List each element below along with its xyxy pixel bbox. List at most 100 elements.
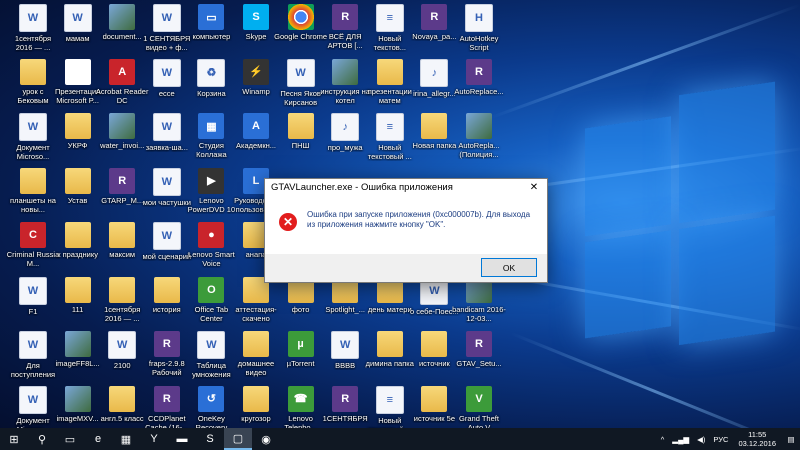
search-icon[interactable]: ⚲: [28, 428, 56, 450]
error-icon: ✕: [279, 213, 297, 231]
close-icon[interactable]: ✕: [521, 179, 547, 196]
image-icon: [109, 113, 136, 139]
dialog-titlebar[interactable]: GTAVLauncher.exe - Ошибка приложения ✕: [265, 179, 547, 196]
utorrent-icon: µ: [287, 331, 314, 357]
error-window-taskbar-icon[interactable]: ▢: [224, 428, 252, 450]
archive-icon: R: [421, 4, 448, 30]
notifications-icon[interactable]: ▤: [782, 428, 800, 450]
desktop-icon-label: bandicam 2016-12-03...: [452, 304, 506, 323]
control-panel-icon[interactable]: ▦: [112, 428, 140, 450]
error-dialog: GTAVLauncher.exe - Ошибка приложения ✕ ✕…: [264, 178, 548, 283]
folder-icon: [64, 113, 91, 139]
word-doc-icon: W: [152, 167, 181, 196]
image-icon: [109, 4, 136, 30]
text-file-icon: ≡: [375, 385, 404, 414]
archive-icon: R: [332, 4, 359, 30]
network-icon[interactable]: ▂▄▆: [672, 435, 689, 444]
recycle-bin-icon: ♻: [197, 58, 226, 87]
folder-icon: [287, 113, 314, 139]
skype-icon: S: [243, 4, 269, 30]
office-tab-icon: O: [198, 276, 225, 303]
folder-icon: [109, 385, 136, 412]
folder-icon: [109, 222, 136, 248]
powerpoint-icon: [64, 58, 91, 85]
desktop-icon[interactable]: bandicam 2016-12-03...: [452, 276, 506, 323]
desktop-icon[interactable]: AutoRepla... (Полиция...: [452, 113, 506, 159]
folder-icon: [243, 331, 269, 357]
image-icon: [332, 58, 359, 85]
word-doc-icon: W: [19, 276, 47, 305]
image-icon: [64, 385, 91, 412]
start-button[interactable]: ⊞: [0, 428, 28, 450]
language-indicator[interactable]: РУС: [713, 435, 728, 444]
computer-icon: ▭: [198, 4, 225, 30]
windows-logo: [585, 81, 775, 359]
folder-icon: [376, 331, 403, 357]
folder-icon: [243, 385, 269, 412]
show-hidden-icons-icon[interactable]: ^: [661, 435, 665, 444]
collage-app-icon: ▦: [198, 113, 225, 139]
desktop-icon-label: AutoReplace...: [454, 86, 504, 96]
clock-date: 03.12.2016: [738, 439, 776, 448]
text-file-icon: ≡: [375, 113, 404, 141]
app-icon: A: [243, 113, 269, 139]
archive-icon: R: [153, 385, 180, 412]
chrome-icon: [287, 4, 314, 30]
word-doc-icon: W: [19, 331, 47, 359]
powerdvd-icon: ▶: [198, 167, 225, 194]
desktop-icon-label: GTAV_Setu...: [456, 359, 502, 368]
lenovo-phone-icon: ☎: [287, 385, 314, 412]
file-explorer-icon[interactable]: ▬: [168, 428, 196, 450]
word-doc-icon: W: [286, 58, 315, 87]
dialog-footer: OK: [265, 254, 547, 282]
folder-icon: [64, 276, 91, 303]
folder-icon: [421, 385, 448, 412]
archive-icon: R: [153, 331, 180, 357]
mp3-icon: ♪: [420, 58, 449, 87]
desktop-icon-label: AutoRepla... (Полиция...: [458, 141, 500, 159]
app-taskbar-icon[interactable]: ◉: [252, 428, 280, 450]
word-doc-icon: W: [19, 385, 47, 414]
word-doc-icon: W: [197, 331, 226, 359]
desktop-icon[interactable]: R GTAV_Setu...: [452, 331, 506, 368]
onekey-icon: ↺: [198, 385, 225, 412]
word-doc-icon: W: [108, 331, 137, 359]
edge-icon[interactable]: e: [84, 428, 112, 450]
dialog-title: GTAVLauncher.exe - Ошибка приложения: [271, 182, 453, 193]
text-file-icon: ≡: [375, 4, 404, 32]
autohotkey-icon: H: [465, 4, 493, 32]
volume-icon[interactable]: ◀): [697, 435, 705, 444]
clock[interactable]: 11:55 03.12.2016: [738, 430, 776, 448]
ok-button[interactable]: OK: [481, 258, 537, 277]
desktop-icon-label: AutoHotkey Script: [459, 34, 499, 52]
smart-voice-icon: ●: [198, 222, 225, 248]
folder-icon: [109, 276, 136, 303]
yandex-browser-icon[interactable]: Y: [140, 428, 168, 450]
mp3-icon: ♪: [331, 113, 360, 141]
archive-icon: R: [466, 58, 492, 85]
folder-icon: [20, 167, 46, 194]
word-doc-icon: W: [152, 222, 181, 250]
desktop-icon[interactable]: V Grand Theft Auto V: [452, 385, 506, 432]
word-doc-icon: W: [63, 4, 92, 32]
desktop-icon[interactable]: H AutoHotkey Script: [452, 4, 506, 52]
word-doc-icon: W: [19, 4, 47, 32]
word-doc-icon: W: [331, 331, 360, 359]
folder-icon: [376, 58, 403, 85]
word-doc-icon: W: [152, 4, 181, 32]
folder-icon: [421, 331, 448, 357]
word-doc-icon: W: [152, 58, 181, 87]
clock-time: 11:55: [748, 430, 767, 439]
folder-icon: [20, 58, 46, 85]
folder-icon: [421, 113, 448, 139]
dialog-body: ✕ Ошибка при запуске приложения (0xc0000…: [265, 196, 547, 254]
gtav-icon: V: [466, 385, 492, 412]
archive-icon: R: [109, 167, 136, 194]
task-view-icon[interactable]: ▭: [56, 428, 84, 450]
error-message: Ошибка при запуске приложения (0xc000007…: [307, 210, 531, 229]
folder-icon: [64, 222, 91, 248]
skype-taskbar-icon[interactable]: S: [196, 428, 224, 450]
word-doc-icon: W: [152, 113, 181, 141]
desktop-icon[interactable]: R AutoReplace...: [452, 58, 506, 96]
image-icon: [466, 113, 492, 139]
